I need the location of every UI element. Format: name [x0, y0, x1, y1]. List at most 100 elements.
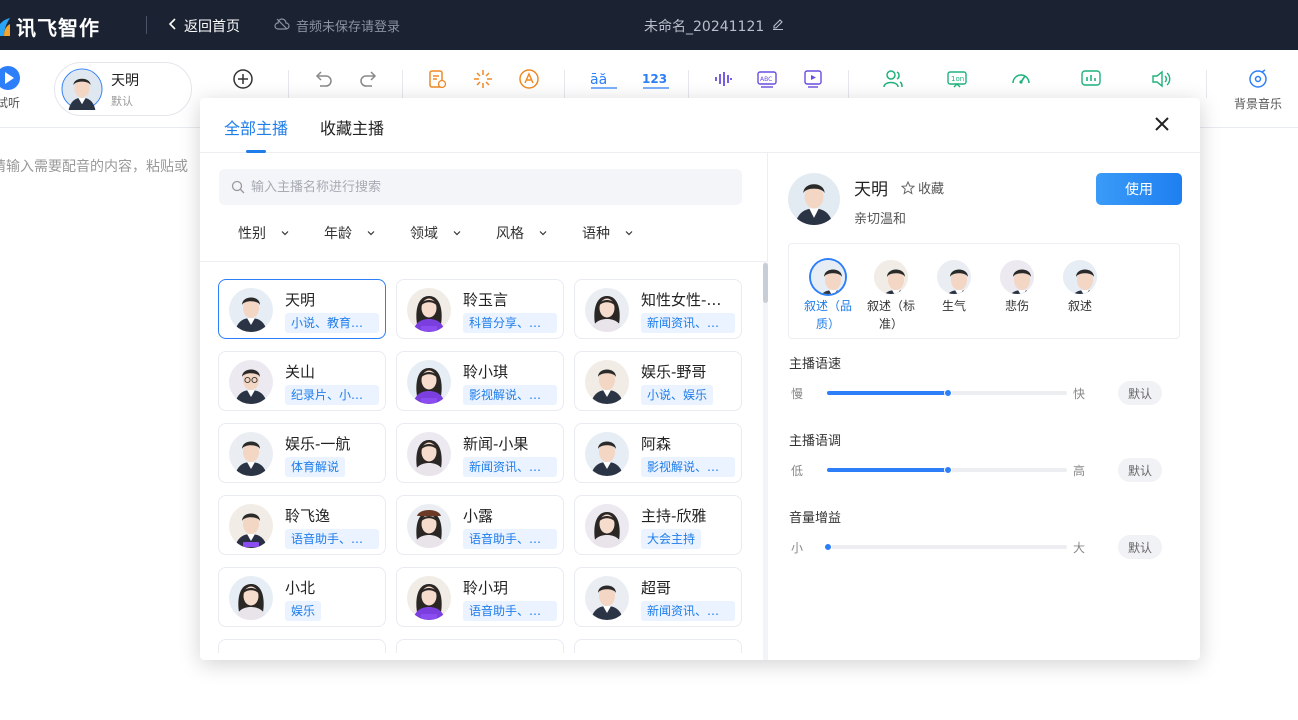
anchor-card[interactable]: 聆小玥 语音助手、情… [396, 567, 564, 627]
editor-placeholder[interactable]: 请输入需要配音的内容，粘贴或 [0, 156, 188, 176]
filter-domain[interactable]: 领域 [410, 223, 496, 243]
filter-style[interactable]: 风格 [496, 223, 582, 243]
emotion-style-option[interactable]: 叙述（标准） [863, 260, 919, 333]
add-icon[interactable] [232, 68, 256, 90]
top-bar: 讯飞智作 返回首页 音频未保存请登录 未命名_20241121 [0, 0, 1298, 50]
audio-wave-icon[interactable] [712, 68, 736, 90]
search-box[interactable] [219, 169, 742, 205]
anchor-name: 新闻-小果 [463, 435, 529, 453]
param-title: 主播语速 [789, 357, 842, 372]
redo-icon[interactable] [358, 68, 382, 90]
anchor-card[interactable]: 聆飞逸 语音助手、科… [218, 495, 386, 555]
speed-gauge-icon[interactable] [1010, 68, 1034, 90]
use-anchor-button[interactable]: 使用 [1096, 173, 1182, 205]
edit-icon[interactable] [772, 18, 784, 34]
play-icon [0, 66, 20, 90]
tab-all-anchors[interactable]: 全部主播 [224, 115, 288, 139]
save-tip-text: 音频未保存请登录 [296, 20, 401, 35]
param-slider[interactable] [824, 543, 1067, 551]
chevron-down-icon [625, 231, 633, 236]
anchor-card[interactable]: 小北 娱乐 [218, 567, 386, 627]
anchor-name: 聆小玥 [463, 579, 509, 597]
scrollbar-thumb[interactable] [763, 263, 768, 303]
sound-effect-icon[interactable] [1150, 68, 1174, 90]
reset-default-button[interactable]: 默认 [1118, 381, 1162, 405]
back-home-button[interactable]: 返回首页 [168, 16, 240, 36]
anchor-avatar [229, 288, 273, 332]
anchor-card[interactable]: 娱乐-一航 体育解说 [218, 423, 386, 483]
anchor-card[interactable]: 天明 小说、教育培… [218, 279, 386, 339]
anchor-card-partial[interactable] [574, 639, 742, 653]
anchor-select-modal: 全部主播 收藏主播 性别 年龄 领域 风格 语种 天明小说、教育培…聆玉言科普分… [200, 98, 1200, 660]
anchor-name: 小露 [463, 507, 494, 525]
anchor-card[interactable]: 娱乐-野哥 小说、娱乐 [574, 351, 742, 411]
anchor-card[interactable]: 聆玉言 科普分享、情… [396, 279, 564, 339]
anchor-card[interactable]: 超哥 新闻资讯、教… [574, 567, 742, 627]
tab-favorite-anchors[interactable]: 收藏主播 [320, 115, 384, 139]
back-home-label: 返回首页 [184, 19, 240, 35]
slider-max-label: 快 [1073, 387, 1086, 401]
logo[interactable]: 讯飞智作 [0, 12, 100, 41]
save-tip: 音频未保存请登录 [274, 16, 400, 35]
param-slider[interactable] [827, 389, 1067, 397]
cloud-off-icon [274, 17, 290, 34]
anchor-card[interactable]: 主持-欣雅 大会主持 [574, 495, 742, 555]
anchor-tag: 体育解说 [285, 457, 346, 477]
search-input[interactable] [251, 179, 711, 195]
anchor-tag: 影视解说、体… [641, 457, 735, 477]
anchor-card-partial[interactable] [396, 639, 564, 653]
filter-label: 领域 [410, 226, 438, 242]
music-disc-icon [1249, 69, 1267, 88]
favorite-label: 收藏 [918, 182, 945, 197]
anchor-card[interactable]: 阿森 影视解说、体… [574, 423, 742, 483]
abc-subtitle-icon[interactable]: ABC [756, 68, 780, 90]
anchor-card-partial[interactable] [218, 639, 386, 653]
reset-default-button[interactable]: 默认 [1118, 458, 1162, 482]
anchor-tag: 影视解说、教… [463, 385, 557, 405]
undo-icon[interactable] [312, 68, 336, 90]
filter-age[interactable]: 年龄 [324, 223, 410, 243]
anchor-avatar [585, 504, 629, 548]
separator [688, 70, 689, 98]
volume-adjust-icon[interactable] [1080, 68, 1104, 90]
anchor-list-panel: 性别 年龄 领域 风格 语种 天明小说、教育培…聆玉言科普分享、情…知性女性-…… [200, 153, 768, 660]
anchor-card[interactable]: 关山 纪录片、小说… [218, 351, 386, 411]
anchor-tag: 语音助手、广… [463, 529, 557, 549]
anchor-card[interactable]: 聆小琪 影视解说、教… [396, 351, 564, 411]
param-slider[interactable] [827, 466, 1067, 474]
emotion-style-option[interactable]: 悲伤 [989, 260, 1045, 315]
number-reading-icon[interactable]: 123 [642, 68, 672, 90]
emotion-style-option[interactable]: 叙述（品质） [800, 260, 856, 333]
anchor-card[interactable]: 知性女性-… 新闻资讯、教… [574, 279, 742, 339]
favorite-button[interactable]: 收藏 [901, 178, 944, 197]
reset-default-button[interactable]: 默认 [1118, 535, 1162, 559]
anchor-card[interactable]: 小露语音助手、广… [396, 495, 564, 555]
emotion-style-option[interactable]: 叙述 [1052, 260, 1108, 315]
divider [200, 261, 768, 262]
list-scrollbar[interactable] [763, 261, 768, 660]
anchor-avatar [585, 360, 629, 404]
sparkle-icon[interactable] [472, 68, 496, 90]
chevron-down-icon [367, 231, 375, 236]
polyphone-icon[interactable]: āă [590, 68, 620, 90]
video-icon[interactable] [802, 68, 826, 90]
filter-gender[interactable]: 性别 [238, 223, 324, 243]
anchor-avatar [407, 288, 451, 332]
slider-handle[interactable] [944, 389, 952, 397]
slider-handle[interactable] [944, 466, 952, 474]
emotion-style-list: 叙述（品质） 叙述（标准） 生气 悲伤 叙述 [788, 243, 1180, 339]
document-title[interactable]: 未命名_20241121 [644, 16, 784, 36]
current-anchor-chip[interactable]: 天明 默认 [54, 62, 192, 116]
pause-insert-icon[interactable]: 1on [946, 68, 970, 90]
background-music-button[interactable]: 背景音乐 [1232, 68, 1284, 112]
emotion-style-option[interactable]: 生气 [926, 260, 982, 315]
multi-anchor-icon[interactable] [882, 68, 906, 90]
trial-listen-button[interactable]: 试听 [0, 66, 20, 111]
anchor-card[interactable]: 新闻-小果 新闻资讯、教… [396, 423, 564, 483]
filter-language[interactable]: 语种 [582, 223, 668, 243]
logo-text: 讯飞智作 [16, 16, 100, 40]
slider-handle[interactable] [824, 543, 832, 551]
close-icon[interactable] [1152, 114, 1172, 134]
document-settings-icon[interactable] [426, 68, 450, 90]
pronunciation-icon[interactable] [518, 68, 542, 90]
